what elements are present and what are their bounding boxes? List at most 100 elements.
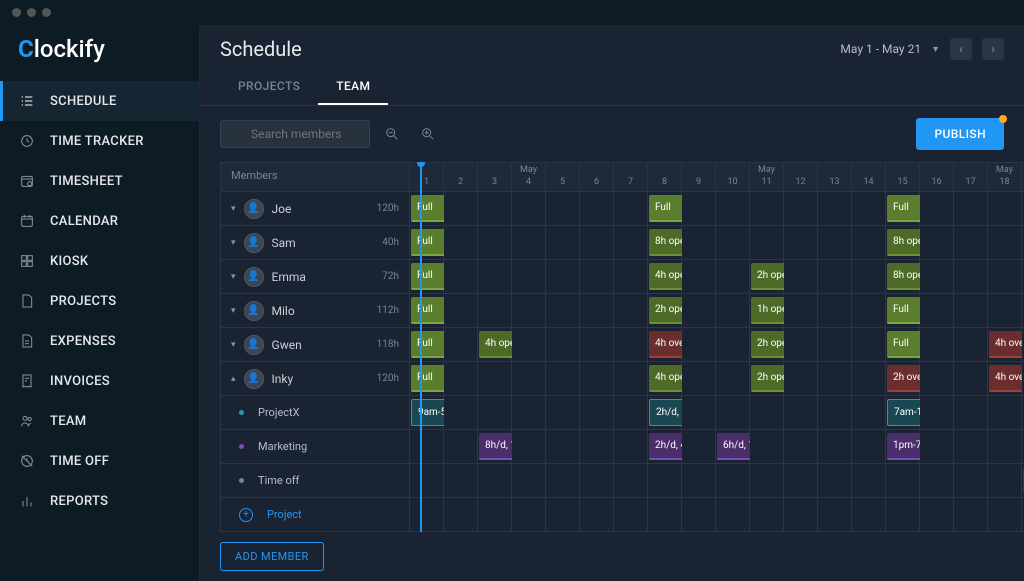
day-cell[interactable] [716, 192, 750, 226]
sidebar-item-projects[interactable]: PROJECTS [0, 281, 199, 321]
day-cell[interactable] [852, 464, 886, 498]
day-cell[interactable] [784, 192, 818, 226]
day-cell[interactable]: 2h over [886, 362, 920, 396]
day-cell[interactable] [580, 362, 614, 396]
day-cell[interactable] [682, 396, 716, 430]
day-cell[interactable]: Full [648, 192, 682, 226]
day-cell[interactable] [852, 260, 886, 294]
day-cell[interactable] [682, 362, 716, 396]
day-cell[interactable] [478, 260, 512, 294]
day-cell[interactable] [580, 396, 614, 430]
day-cell[interactable]: 2h/d, 10h [648, 396, 682, 430]
day-cell[interactable] [546, 192, 580, 226]
day-cell[interactable] [852, 294, 886, 328]
day-cell[interactable] [580, 430, 614, 464]
member-cell[interactable]: ▾👤Milo112h [220, 294, 410, 328]
day-cell[interactable]: 8h open [886, 260, 920, 294]
day-cell[interactable]: Full [886, 294, 920, 328]
day-cell[interactable] [682, 260, 716, 294]
day-cell[interactable] [988, 226, 1022, 260]
search-input[interactable] [220, 120, 370, 148]
day-cell[interactable] [512, 396, 546, 430]
subrow-cell[interactable]: Time off [220, 464, 410, 498]
next-button[interactable]: › [982, 38, 1004, 60]
day-cell[interactable]: 4h over [988, 328, 1022, 362]
day-cell[interactable] [920, 192, 954, 226]
day-cell[interactable] [750, 192, 784, 226]
day-cell[interactable] [512, 498, 546, 532]
day-cell[interactable] [818, 464, 852, 498]
day-cell[interactable] [546, 498, 580, 532]
day-cell[interactable] [614, 498, 648, 532]
day-cell[interactable] [410, 430, 444, 464]
day-cell[interactable] [716, 328, 750, 362]
day-cell[interactable] [750, 430, 784, 464]
day-cell[interactable] [546, 362, 580, 396]
day-cell[interactable] [444, 260, 478, 294]
day-cell[interactable] [716, 260, 750, 294]
sidebar-item-kiosk[interactable]: KIOSK [0, 241, 199, 281]
day-cell[interactable] [784, 328, 818, 362]
day-cell[interactable]: 2h open [750, 362, 784, 396]
day-cell[interactable] [512, 328, 546, 362]
day-cell[interactable]: 4h open [648, 260, 682, 294]
day-cell[interactable] [750, 226, 784, 260]
zoom-in-button[interactable] [414, 120, 442, 148]
day-cell[interactable] [444, 226, 478, 260]
day-cell[interactable] [988, 430, 1022, 464]
day-cell[interactable] [954, 226, 988, 260]
day-cell[interactable]: Full [886, 328, 920, 362]
chevron-down-icon[interactable]: ▾ [231, 340, 236, 350]
day-cell[interactable] [444, 396, 478, 430]
day-cell[interactable] [512, 430, 546, 464]
day-cell[interactable] [818, 226, 852, 260]
sidebar-item-reports[interactable]: REPORTS [0, 481, 199, 521]
day-cell[interactable] [784, 498, 818, 532]
day-cell[interactable]: 4h open [478, 328, 512, 362]
day-cell[interactable] [682, 226, 716, 260]
day-cell[interactable]: Full [886, 192, 920, 226]
day-cell[interactable] [852, 362, 886, 396]
prev-button[interactable]: ‹ [950, 38, 972, 60]
day-cell[interactable] [682, 498, 716, 532]
day-cell[interactable] [546, 226, 580, 260]
member-cell[interactable]: ▾👤Emma72h [220, 260, 410, 294]
day-cell[interactable] [512, 260, 546, 294]
day-cell[interactable] [920, 464, 954, 498]
sidebar-item-time-tracker[interactable]: TIME TRACKER [0, 121, 199, 161]
day-cell[interactable] [648, 464, 682, 498]
day-cell[interactable] [784, 294, 818, 328]
day-cell[interactable] [580, 192, 614, 226]
day-cell[interactable] [478, 226, 512, 260]
tab-team[interactable]: TEAM [318, 69, 388, 105]
day-cell[interactable] [546, 328, 580, 362]
day-cell[interactable] [818, 396, 852, 430]
day-cell[interactable]: 8h open [886, 226, 920, 260]
day-cell[interactable] [444, 192, 478, 226]
day-cell[interactable] [818, 498, 852, 532]
plus-icon[interactable]: + [239, 508, 253, 522]
day-cell[interactable] [580, 260, 614, 294]
day-cell[interactable] [410, 464, 444, 498]
day-cell[interactable] [546, 430, 580, 464]
day-cell[interactable] [444, 464, 478, 498]
chevron-down-icon[interactable]: ▾ [231, 204, 236, 214]
day-cell[interactable] [954, 464, 988, 498]
day-cell[interactable] [512, 192, 546, 226]
day-cell[interactable] [444, 498, 478, 532]
day-cell[interactable] [682, 430, 716, 464]
sidebar-item-schedule[interactable]: SCHEDULE [0, 81, 199, 121]
day-cell[interactable] [716, 498, 750, 532]
day-cell[interactable] [546, 260, 580, 294]
day-cell[interactable] [716, 362, 750, 396]
member-cell[interactable]: ▾👤Sam40h [220, 226, 410, 260]
day-cell[interactable] [920, 430, 954, 464]
day-cell[interactable] [614, 362, 648, 396]
sidebar-item-timesheet[interactable]: TIMESHEET [0, 161, 199, 201]
sidebar-item-invoices[interactable]: INVOICES [0, 361, 199, 401]
day-cell[interactable] [920, 226, 954, 260]
day-cell[interactable] [614, 464, 648, 498]
day-cell[interactable] [512, 226, 546, 260]
day-cell[interactable] [478, 362, 512, 396]
day-cell[interactable] [580, 294, 614, 328]
